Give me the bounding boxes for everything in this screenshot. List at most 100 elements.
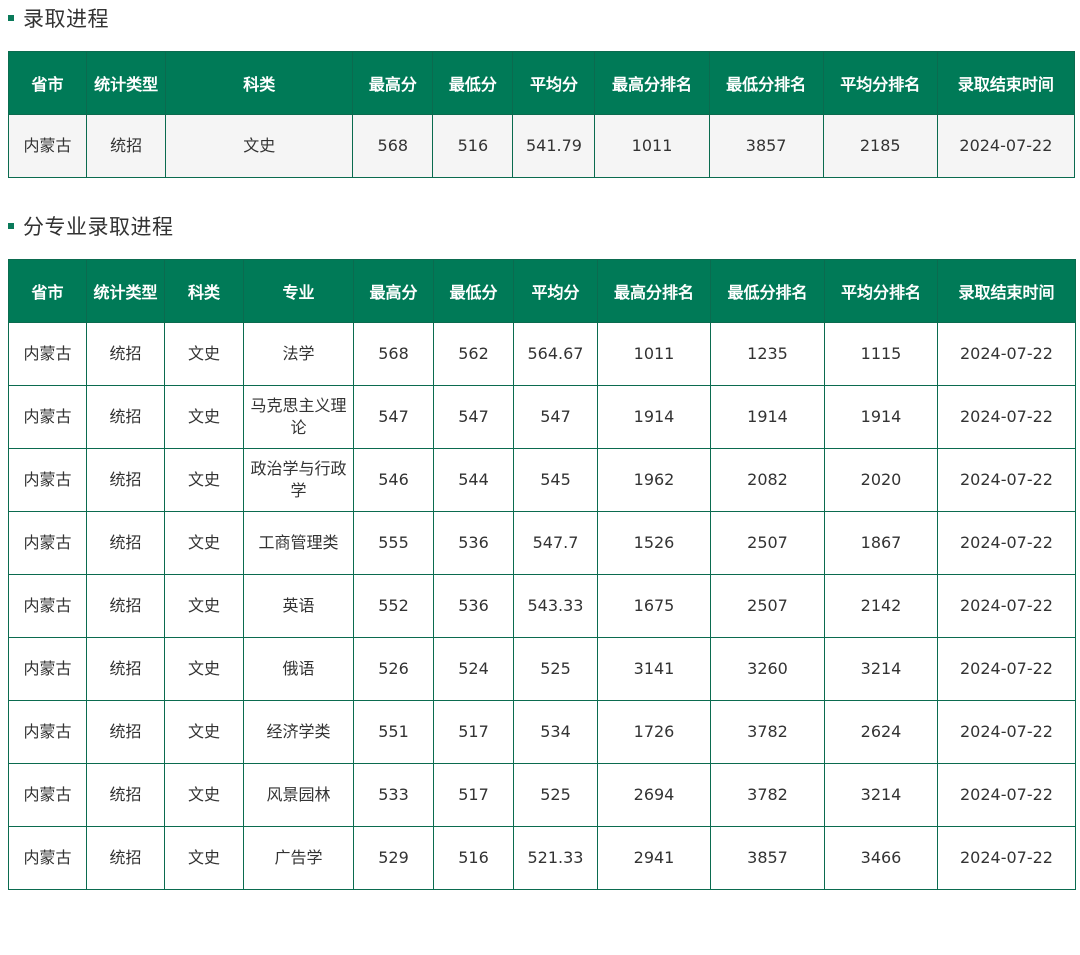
cell-avg-score: 534 (513, 700, 598, 764)
cell-min-rank: 2082 (710, 448, 825, 512)
col-header-province: 省市 (7, 51, 88, 115)
cell-min-score: 516 (433, 826, 514, 890)
col-header-province: 省市 (8, 259, 87, 323)
col-header-min-score: 最低分 (433, 259, 514, 323)
col-header-end-date: 录取结束时间 (937, 259, 1076, 323)
cell-avg-score: 543.33 (513, 574, 598, 638)
col-header-end-date: 录取结束时间 (936, 51, 1076, 115)
cell-avg-rank: 2020 (824, 448, 938, 512)
cell-min-rank: 3782 (710, 763, 825, 827)
cell-major: 广告学 (243, 826, 354, 890)
cell-max-score: 551 (353, 700, 434, 764)
cell-province: 内蒙古 (8, 511, 87, 575)
cell-avg-rank: 3466 (824, 826, 938, 890)
cell-max-rank: 2694 (597, 763, 711, 827)
cell-avg-rank: 1867 (824, 511, 938, 575)
cell-max-score: 526 (353, 637, 434, 701)
section-title-admission-progress: 录取进程 (8, 3, 109, 33)
cell-max-score: 529 (353, 826, 434, 890)
cell-min-score: 562 (433, 322, 514, 386)
cell-category: 文史 (164, 763, 244, 827)
admission-progress-table: 省市 统计类型 科类 最高分 最低分 平均分 最高分排名 最低分排名 平均分排名… (7, 51, 1076, 178)
table-header-row: 省市 统计类型 科类 专业 最高分 最低分 平均分 最高分排名 最低分排名 平均… (8, 259, 1076, 323)
cell-stat-type: 统招 (86, 826, 165, 890)
cell-major: 俄语 (243, 637, 354, 701)
cell-category: 文史 (164, 322, 244, 386)
cell-end-date: 2024-07-22 (937, 511, 1076, 575)
cell-category: 文史 (164, 511, 244, 575)
cell-min-rank: 1235 (710, 322, 825, 386)
table-row: 内蒙古 统招 文史 俄语 526 524 525 3141 3260 3214 2024-07-22 (8, 637, 1076, 701)
cell-min-score: 516 (432, 114, 514, 178)
cell-end-date: 2024-07-22 (936, 114, 1076, 178)
cell-min-score: 536 (433, 574, 514, 638)
cell-min-rank: 2507 (710, 574, 825, 638)
cell-province: 内蒙古 (8, 448, 87, 512)
cell-end-date: 2024-07-22 (937, 574, 1076, 638)
cell-avg-score: 564.67 (513, 322, 598, 386)
cell-min-rank: 2507 (710, 511, 825, 575)
cell-category: 文史 (165, 114, 354, 178)
cell-max-rank: 1011 (597, 322, 711, 386)
cell-end-date: 2024-07-22 (937, 826, 1076, 890)
cell-avg-rank: 2142 (824, 574, 938, 638)
cell-max-rank: 1962 (597, 448, 711, 512)
cell-avg-rank: 3214 (824, 637, 938, 701)
col-header-stat-type: 统计类型 (86, 259, 165, 323)
cell-avg-score: 525 (513, 763, 598, 827)
cell-stat-type: 统招 (86, 511, 165, 575)
cell-min-score: 547 (433, 385, 514, 449)
cell-max-score: 568 (352, 114, 434, 178)
cell-province: 内蒙古 (8, 385, 87, 449)
cell-province: 内蒙古 (8, 826, 87, 890)
cell-stat-type: 统招 (86, 637, 165, 701)
cell-province: 内蒙古 (8, 574, 87, 638)
cell-avg-rank: 1115 (824, 322, 938, 386)
cell-max-score: 552 (353, 574, 434, 638)
cell-min-rank: 1914 (710, 385, 825, 449)
col-header-avg-rank: 平均分排名 (824, 259, 938, 323)
cell-max-rank: 1726 (597, 700, 711, 764)
table-row: 内蒙古 统招 文史 广告学 529 516 521.33 2941 3857 3466 2024-0… (8, 826, 1076, 890)
cell-max-rank: 3141 (597, 637, 711, 701)
cell-stat-type: 统招 (86, 322, 165, 386)
cell-min-rank: 3782 (710, 700, 825, 764)
cell-max-rank: 1914 (597, 385, 711, 449)
cell-stat-type: 统招 (86, 700, 165, 764)
table-header-row: 省市 统计类型 科类 最高分 最低分 平均分 最高分排名 最低分排名 平均分排名… (7, 51, 1076, 115)
cell-stat-type: 统招 (86, 763, 165, 827)
col-header-avg-score: 平均分 (512, 51, 596, 115)
cell-category: 文史 (164, 385, 244, 449)
cell-max-rank: 1526 (597, 511, 711, 575)
col-header-max-rank: 最高分排名 (597, 259, 711, 323)
cell-avg-score: 545 (513, 448, 598, 512)
cell-avg-rank: 2624 (824, 700, 938, 764)
cell-max-rank: 1675 (597, 574, 711, 638)
cell-category: 文史 (164, 448, 244, 512)
cell-end-date: 2024-07-22 (937, 385, 1076, 449)
section-title-major-admission-progress: 分专业录取进程 (8, 211, 174, 241)
col-header-min-rank: 最低分排名 (710, 259, 825, 323)
cell-avg-rank: 1914 (824, 385, 938, 449)
cell-end-date: 2024-07-22 (937, 763, 1076, 827)
cell-avg-score: 521.33 (513, 826, 598, 890)
cell-max-rank: 2941 (597, 826, 711, 890)
cell-major: 经济学类 (243, 700, 354, 764)
cell-category: 文史 (164, 826, 244, 890)
cell-max-score: 547 (353, 385, 434, 449)
cell-min-rank: 3857 (710, 826, 825, 890)
cell-stat-type: 统招 (86, 385, 165, 449)
table-row: 内蒙古 统招 文史 法学 568 562 564.67 1011 1235 1115 2024-07… (8, 322, 1076, 386)
major-admission-progress-table: 省市 统计类型 科类 专业 最高分 最低分 平均分 最高分排名 最低分排名 平均… (8, 259, 1076, 890)
cell-province: 内蒙古 (7, 114, 88, 178)
cell-max-score: 568 (353, 322, 434, 386)
cell-avg-rank: 3214 (824, 763, 938, 827)
cell-max-score: 546 (353, 448, 434, 512)
cell-avg-rank: 2185 (822, 114, 938, 178)
col-header-min-rank: 最低分排名 (708, 51, 824, 115)
cell-province: 内蒙古 (8, 700, 87, 764)
cell-major: 工商管理类 (243, 511, 354, 575)
table-row: 内蒙古 统招 文史 工商管理类 555 536 547.7 1526 2507 1867 2024-… (8, 511, 1076, 575)
cell-min-score: 544 (433, 448, 514, 512)
cell-end-date: 2024-07-22 (937, 448, 1076, 512)
